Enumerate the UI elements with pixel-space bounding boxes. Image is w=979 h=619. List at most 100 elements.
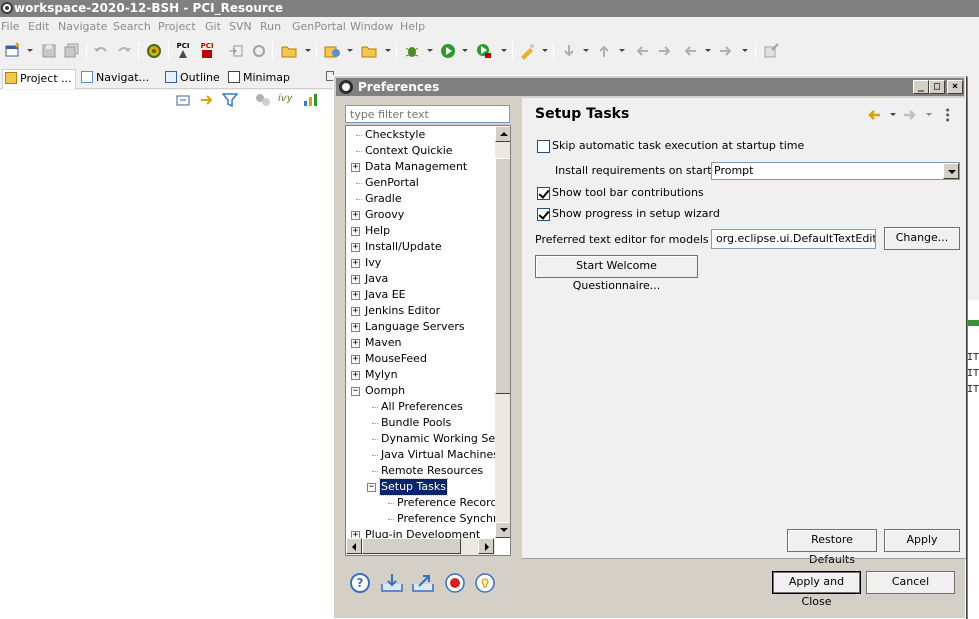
- view-menu-icon[interactable]: ● ● ●: [946, 107, 950, 122]
- tree-item[interactable]: Remote Resources: [346, 463, 495, 479]
- collapse-icon[interactable]: −: [367, 483, 376, 492]
- apply-button[interactable]: Apply: [884, 529, 960, 552]
- run-icon[interactable]: [439, 42, 457, 60]
- skip-auto-checkbox[interactable]: [537, 140, 550, 153]
- menu-window[interactable]: Window: [350, 20, 393, 33]
- start-welcome-questionnaire-button[interactable]: Start Welcome Questionnaire...: [535, 255, 698, 292]
- expand-icon[interactable]: +: [351, 275, 360, 284]
- expand-icon[interactable]: +: [351, 339, 360, 348]
- tips-icon[interactable]: [474, 572, 496, 594]
- collapse-icon[interactable]: −: [351, 387, 360, 396]
- tree-item[interactable]: + Jenkins Editor: [346, 303, 495, 319]
- tab-outline[interactable]: Outline: [165, 69, 223, 89]
- record-icon[interactable]: [444, 572, 466, 594]
- build-icon[interactable]: [145, 42, 163, 60]
- splitter-sash[interactable]: [517, 125, 521, 556]
- tree-item[interactable]: + Ivy: [346, 255, 495, 271]
- menu-svn[interactable]: SVN: [229, 20, 252, 33]
- preference-tree[interactable]: Checkstyle Context Quickie + Data Managemen…: [345, 125, 511, 556]
- expand-icon[interactable]: +: [351, 243, 360, 252]
- previous-annotation-icon[interactable]: [595, 42, 613, 60]
- tab-navigator[interactable]: Navigat...: [81, 69, 161, 89]
- expand-icon[interactable]: +: [351, 227, 360, 236]
- show-toolbar-checkbox[interactable]: [537, 187, 550, 200]
- annotation-icon[interactable]: [518, 42, 536, 60]
- scroll-left-button[interactable]: [346, 538, 362, 554]
- change-button[interactable]: Change...: [884, 227, 960, 250]
- run-dropdown-icon[interactable]: [462, 49, 468, 52]
- apply-and-close-button[interactable]: Apply and Close: [772, 571, 861, 608]
- tree-item[interactable]: + Java: [346, 271, 495, 287]
- open-folder-icon[interactable]: [360, 42, 378, 60]
- menu-edit[interactable]: Edit: [28, 20, 49, 33]
- hscroll-thumb[interactable]: [362, 538, 461, 554]
- ivy-icon[interactable]: ivy: [278, 93, 293, 104]
- new-java-project-icon[interactable]: [323, 42, 341, 60]
- expand-icon[interactable]: +: [351, 259, 360, 268]
- scroll-up-button[interactable]: [495, 126, 510, 142]
- previous-annotation-dropdown-icon[interactable]: [619, 49, 625, 52]
- scroll-right-button[interactable]: [478, 538, 494, 554]
- expand-icon[interactable]: +: [351, 355, 360, 364]
- open-folder-dropdown-icon[interactable]: [385, 49, 391, 52]
- install-requirements-select[interactable]: Prompt: [711, 162, 960, 180]
- menu-file[interactable]: File: [1, 20, 19, 33]
- forward-history-icon[interactable]: [656, 42, 674, 60]
- tree-item[interactable]: Context Quickie: [346, 143, 495, 159]
- debug-icon[interactable]: [403, 42, 421, 60]
- forward-dropdown-icon[interactable]: [926, 113, 932, 116]
- tree-item[interactable]: + Data Management: [346, 159, 495, 175]
- collapse-all-icon[interactable]: [176, 93, 190, 107]
- bar-view-icon[interactable]: [303, 93, 319, 107]
- cancel-button[interactable]: Cancel: [866, 571, 955, 594]
- expand-icon[interactable]: +: [351, 163, 360, 172]
- restore-defaults-button[interactable]: Restore Defaults: [787, 529, 877, 566]
- forward-icon[interactable]: [902, 108, 918, 122]
- external-tools-dropdown-icon[interactable]: [501, 49, 507, 52]
- expand-icon[interactable]: +: [351, 371, 360, 380]
- filter-input[interactable]: [345, 105, 510, 123]
- redo-icon[interactable]: [115, 42, 133, 60]
- last-edit-location-icon[interactable]: [633, 42, 651, 60]
- forward-dropdown-icon[interactable]: [742, 49, 748, 52]
- back-dropdown-icon[interactable]: [890, 113, 896, 116]
- save-all-icon[interactable]: [63, 42, 81, 60]
- tree-item[interactable]: + Groovy: [346, 207, 495, 223]
- tree-item[interactable]: Dynamic Working Sets: [346, 431, 505, 447]
- tree-item[interactable]: − Oomph: [346, 383, 495, 399]
- forward-icon[interactable]: [717, 42, 735, 60]
- java-elements-icon[interactable]: [255, 93, 271, 107]
- menu-run[interactable]: Run: [260, 20, 281, 33]
- external-tools-icon[interactable]: [475, 42, 493, 60]
- tree-item[interactable]: + MouseFeed: [346, 351, 495, 367]
- menu-git[interactable]: Git: [205, 20, 221, 33]
- expand-icon[interactable]: +: [351, 291, 360, 300]
- export-preferences-icon[interactable]: [411, 572, 435, 594]
- pci-tool-1-icon[interactable]: PCI: [174, 42, 192, 60]
- tree-item[interactable]: Preference Recorder: [346, 495, 509, 511]
- menu-navigate[interactable]: Navigate: [58, 20, 107, 33]
- menu-genportal[interactable]: GenPortal: [292, 20, 346, 33]
- tree-item[interactable]: + Java EE: [346, 287, 495, 303]
- tree-item[interactable]: Gradle: [346, 191, 495, 207]
- menu-search[interactable]: Search: [113, 20, 151, 33]
- tree-item[interactable]: + Language Servers: [346, 319, 495, 335]
- link-with-editor-icon[interactable]: [199, 93, 215, 107]
- tree-item[interactable]: All Preferences: [346, 399, 495, 415]
- tab-minimap[interactable]: Minimap: [228, 69, 292, 89]
- back-icon[interactable]: [866, 108, 882, 122]
- debug-dropdown-icon[interactable]: [427, 49, 433, 52]
- refresh-icon[interactable]: [250, 42, 268, 60]
- back-icon[interactable]: [681, 42, 699, 60]
- save-icon[interactable]: [40, 42, 58, 60]
- undo-icon[interactable]: [92, 42, 110, 60]
- tree-item[interactable]: − Setup Tasks: [346, 478, 495, 496]
- pci-tool-2-icon[interactable]: PCI: [198, 42, 216, 60]
- tree-item[interactable]: Checkstyle: [346, 127, 495, 143]
- help-icon[interactable]: ?: [349, 572, 371, 594]
- tree-item[interactable]: Java Virtual Machines: [346, 447, 499, 463]
- new-java-project-dropdown-icon[interactable]: [347, 49, 353, 52]
- menu-help[interactable]: Help: [400, 20, 425, 33]
- scroll-down-button[interactable]: [495, 522, 510, 538]
- show-progress-checkbox[interactable]: [537, 208, 550, 221]
